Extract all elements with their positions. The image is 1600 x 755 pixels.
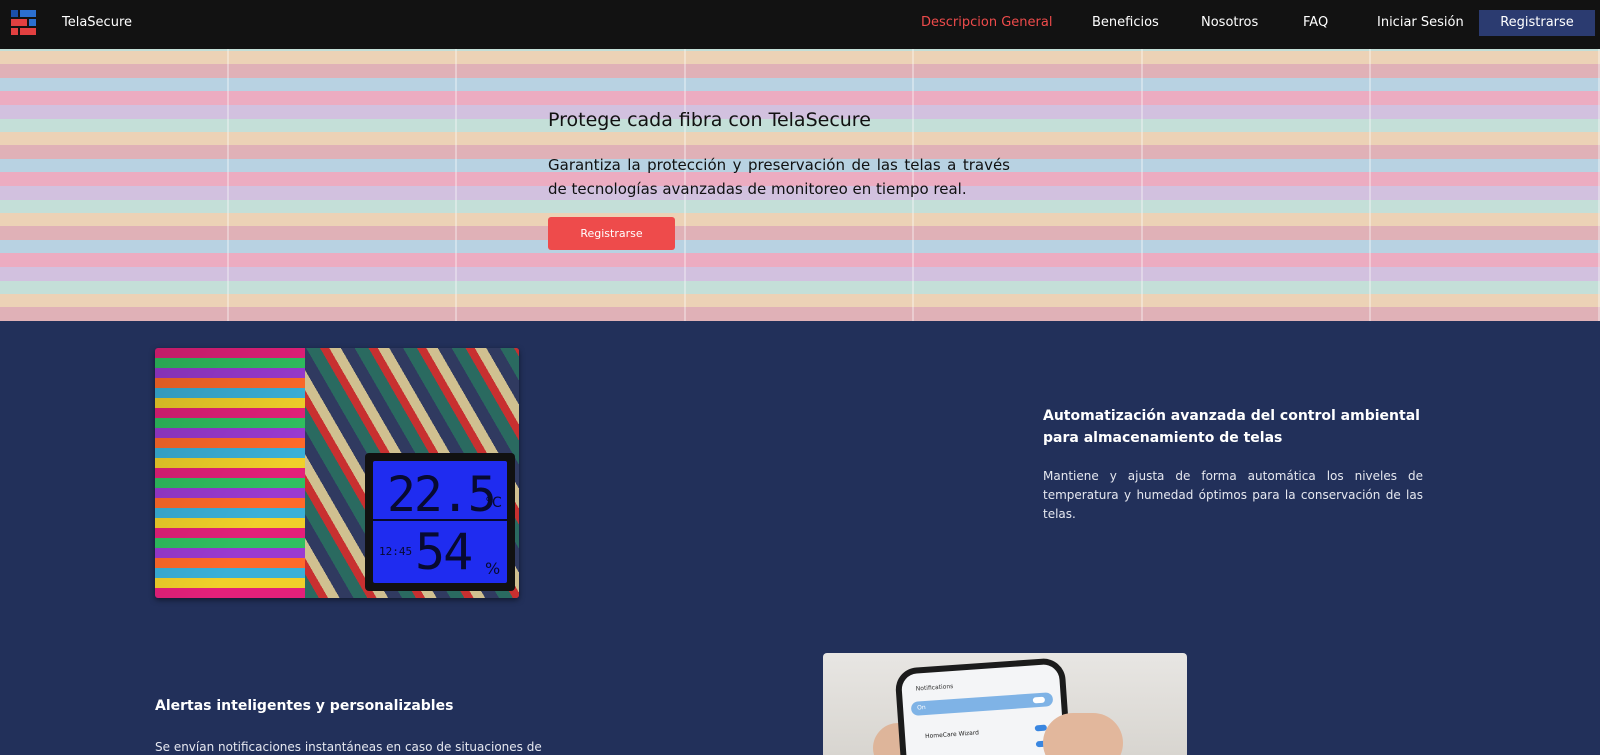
hero-section: Protege cada fibra con TelaSecure Garant… <box>0 49 1600 321</box>
hero-title: Protege cada fibra con TelaSecure <box>548 109 871 131</box>
nav-link-nosotros[interactable]: Nosotros <box>1201 15 1258 30</box>
brand-name[interactable]: TelaSecure <box>62 15 132 30</box>
phone-notifications-image: Notifications On HomeCare Wizard <box>823 653 1187 755</box>
phone-header: Notifications <box>915 683 954 693</box>
humidity-unit: % <box>485 559 501 578</box>
humidity-reading: 54 <box>415 523 473 581</box>
hero-register-button[interactable]: Registrarse <box>548 217 675 250</box>
device-time: 12:45 <box>379 545 413 558</box>
feature-alerts-text: Se envían notificaciones instantáneas en… <box>155 740 542 754</box>
nav-register-button[interactable]: Registrarse <box>1479 10 1595 36</box>
thermo-hygrometer: 22.5 °C 12:45 54 % <box>365 453 515 591</box>
feature-alerts-title: Alertas inteligentes y personalizables <box>155 698 454 714</box>
feature-automation-text: Mantiene y ajusta de forma automática lo… <box>1043 469 1423 521</box>
nav-link-iniciar-sesion[interactable]: Iniciar Sesión <box>1377 15 1464 30</box>
fabric-thermometer-image: 22.5 °C 12:45 54 % <box>155 348 519 598</box>
phone-toggle-label: On <box>916 703 926 712</box>
temperature-unit: °C <box>485 495 502 511</box>
telasecure-logo-icon[interactable] <box>11 10 36 35</box>
phone-row-label: HomeCare Wizard <box>924 729 980 741</box>
hero-description: Garantiza la protección y preservación d… <box>548 156 1010 198</box>
feature-automation-title: Automatización avanzada del control ambi… <box>1043 408 1420 446</box>
top-navbar: TelaSecure Descripcion General Beneficio… <box>0 0 1600 49</box>
temperature-reading: 22.5 <box>387 467 497 523</box>
nav-link-descripcion-general[interactable]: Descripcion General <box>921 15 1052 30</box>
nav-link-faq[interactable]: FAQ <box>1303 15 1328 30</box>
nav-link-beneficios[interactable]: Beneficios <box>1092 15 1159 30</box>
